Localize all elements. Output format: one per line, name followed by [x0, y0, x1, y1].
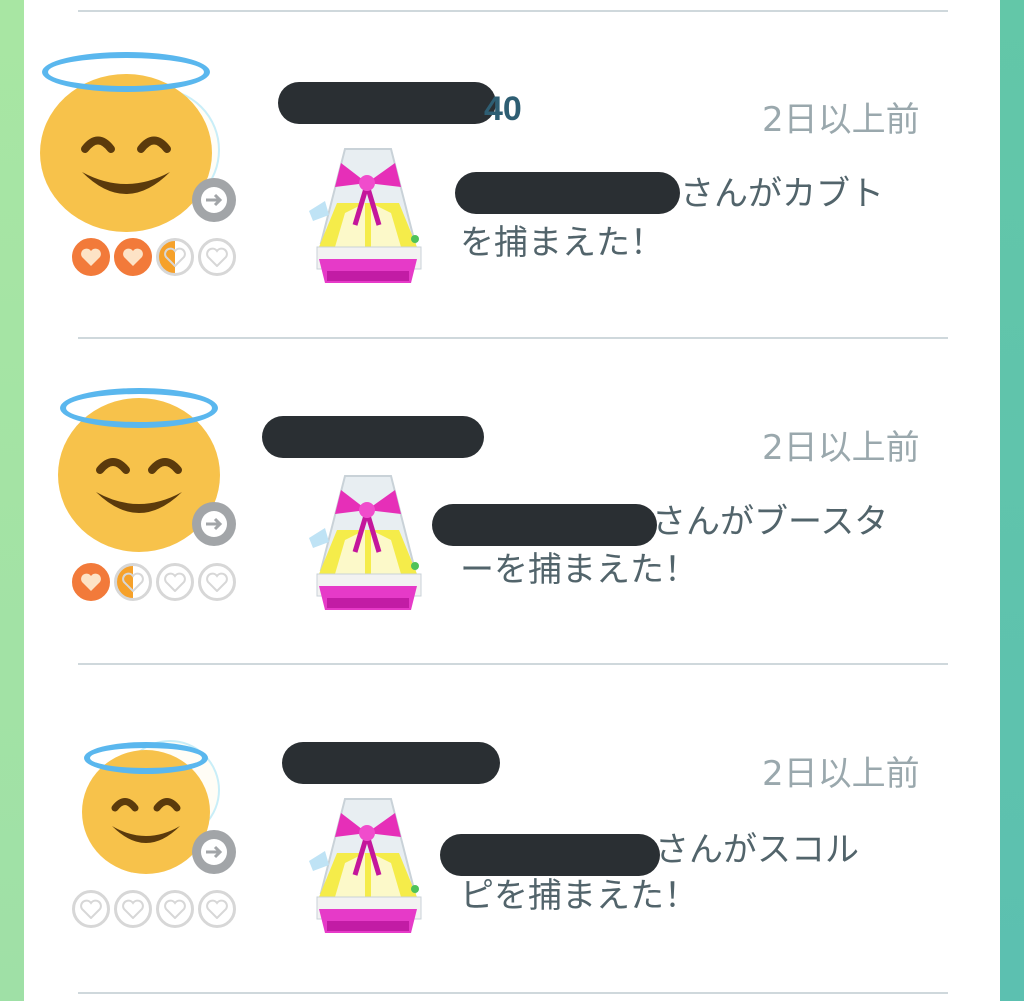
message-line-2: ピを捕まえた！	[460, 876, 698, 916]
gift-icon	[305, 470, 431, 622]
heart-icon	[72, 890, 110, 928]
friend-name-suffix: 40	[484, 90, 522, 128]
heart-icon	[114, 563, 152, 601]
redacted-player-name	[432, 504, 657, 546]
arrow-right-icon[interactable]	[192, 502, 236, 546]
gift-icon	[305, 793, 431, 945]
heart-icon	[156, 563, 194, 601]
heart-icon	[114, 890, 152, 928]
heart-icon	[198, 563, 236, 601]
heart-icon	[72, 563, 110, 601]
divider	[78, 10, 948, 12]
halo-icon	[42, 52, 210, 92]
message-line-1: さんがスコル	[655, 830, 859, 870]
friendship-hearts	[72, 238, 236, 276]
message-line-1: さんがカブト	[680, 174, 884, 214]
divider	[78, 992, 948, 994]
redacted-player-name	[455, 172, 680, 214]
friendship-hearts	[72, 890, 236, 928]
halo-smiley-icon	[40, 74, 212, 232]
divider	[78, 337, 948, 339]
redacted-name	[262, 416, 484, 458]
background-right	[1000, 0, 1024, 1001]
message-line-2: を捕まえた！	[460, 223, 664, 263]
heart-icon	[72, 238, 110, 276]
halo-icon	[84, 742, 208, 774]
arrow-right-icon[interactable]	[192, 178, 236, 222]
message-line-2: ーを捕まえた！	[460, 550, 698, 590]
redacted-name	[278, 82, 496, 124]
halo-icon	[60, 388, 218, 428]
timestamp: 2日以上前	[762, 754, 920, 794]
gift-icon	[305, 143, 431, 295]
friendship-hearts	[72, 563, 236, 601]
background-left	[0, 0, 24, 1001]
message-line-1: さんがブースタ	[652, 502, 889, 542]
heart-icon	[198, 238, 236, 276]
heart-icon	[114, 238, 152, 276]
heart-icon	[156, 238, 194, 276]
divider	[78, 663, 948, 665]
arrow-right-icon[interactable]	[192, 830, 236, 874]
timestamp: 2日以上前	[762, 100, 920, 140]
redacted-name	[282, 742, 500, 784]
timestamp: 2日以上前	[762, 428, 920, 468]
heart-icon	[156, 890, 194, 928]
heart-icon	[198, 890, 236, 928]
